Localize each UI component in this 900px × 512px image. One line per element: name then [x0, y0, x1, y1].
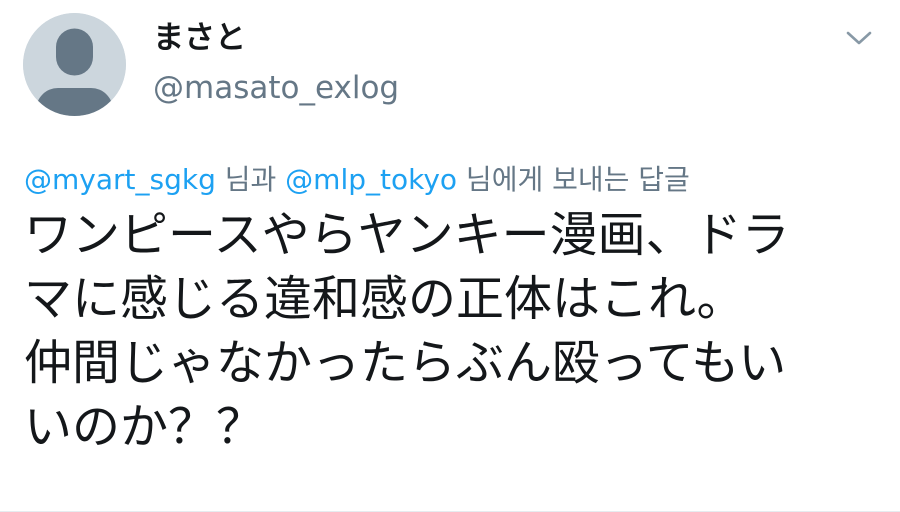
author-handle[interactable]: @masato_exlog [153, 65, 399, 111]
tweet-text: ワンピースやらヤンキー漫画、ドラ マに感じる違和感の正体はこれ。 仲間じゃなかっ… [24, 203, 894, 459]
tweet-card: まさと @masato_exlog @myart_sgkg 님과 @mlp_to… [0, 0, 900, 512]
mention-link-myart-sgkg[interactable]: @myart_sgkg [24, 163, 216, 196]
avatar-silhouette [23, 13, 126, 116]
reply-suffix-text: 님에게 보내는 답글 [457, 163, 690, 196]
default-avatar-icon[interactable] [23, 13, 126, 116]
chevron-down-icon [846, 31, 872, 45]
tweet-text-line: マに感じる違和感の正体はこれ。 [24, 271, 745, 327]
tweet-text-line: ワンピースやらヤンキー漫画、ドラ [24, 207, 790, 263]
reply-connector-text: 님과 [215, 163, 286, 196]
tweet-menu-button[interactable] [836, 22, 882, 54]
reply-context: @myart_sgkg 님과 @mlp_tokyo 님에게 보내는 답글 [24, 158, 690, 202]
author-display-name[interactable]: まさと [153, 14, 246, 62]
tweet-text-line: いのか？？ [24, 399, 265, 455]
mention-link-mlp-tokyo[interactable]: @mlp_tokyo [285, 163, 457, 196]
tweet-text-line: 仲間じゃなかったらぶん殴ってもい [24, 335, 787, 391]
